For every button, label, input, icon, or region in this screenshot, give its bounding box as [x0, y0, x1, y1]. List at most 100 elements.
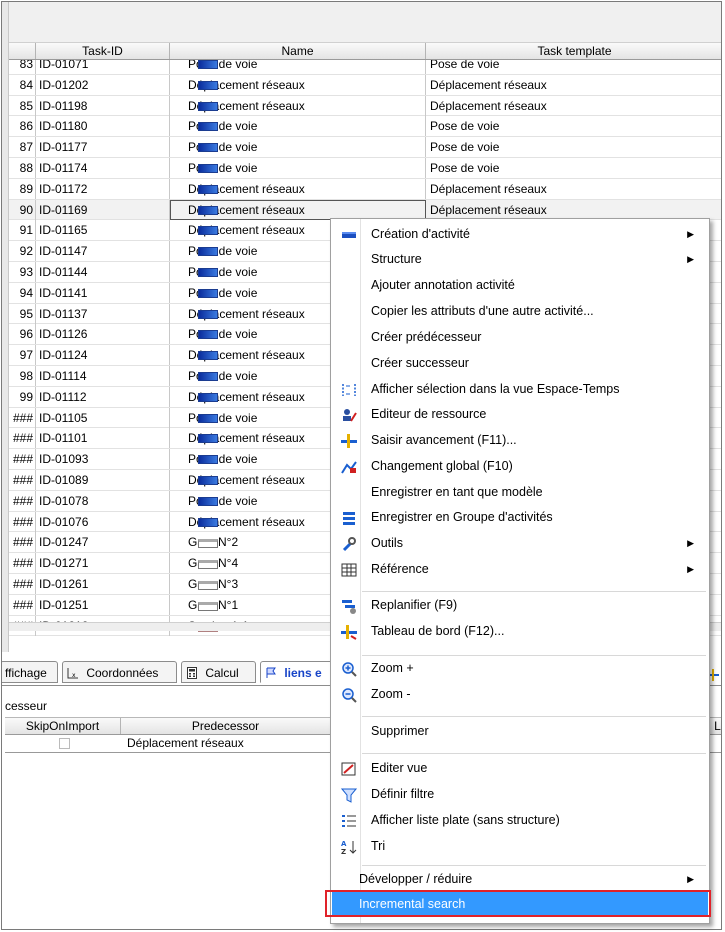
activity-bar-icon: [198, 517, 218, 527]
task-template-cell[interactable]: Déplacement réseaux: [426, 96, 721, 116]
task-id-cell[interactable]: ID-01247: [36, 532, 170, 553]
name-cell[interactable]: Déplacement réseaux: [170, 95, 426, 116]
table-row[interactable]: 84 ID-01202 Déplacement réseaux Déplacement…: [9, 74, 721, 96]
task-id-cell[interactable]: ID-01126: [36, 324, 170, 345]
task-id-cell[interactable]: ID-01177: [36, 137, 170, 158]
task-template-cell[interactable]: Pose de voie: [426, 158, 721, 178]
column-header-task-id[interactable]: Task-ID: [36, 43, 170, 59]
column-header-l[interactable]: L: [713, 718, 721, 734]
task-id-cell[interactable]: ID-01101: [36, 428, 170, 449]
task-id-cell[interactable]: ID-01137: [36, 303, 170, 324]
menu-item-zoom[interactable]: Zoom +: [332, 656, 708, 681]
name-cell[interactable]: Déplacement réseaux: [170, 178, 426, 199]
task-template-cell[interactable]: Pose de voie: [426, 137, 721, 157]
task-template-cell[interactable]: Déplacement réseaux: [426, 200, 721, 220]
menu-item-enregistrer-en-groupe-d-activites[interactable]: Enregistrer en Groupe d'activités: [332, 505, 708, 530]
left-panel-edge: [2, 2, 9, 652]
task-id-cell[interactable]: ID-01112: [36, 386, 170, 407]
table-row[interactable]: 83 ID-01071 Pose de voie Pose de voie: [9, 60, 721, 75]
menu-item-reference[interactable]: Référence ▶: [332, 557, 708, 582]
name-cell[interactable]: Pose de voie: [170, 116, 426, 137]
tab-liens[interactable]: liens e: [260, 661, 340, 683]
task-id-cell[interactable]: ID-01198: [36, 95, 170, 116]
tab-coordonnees[interactable]: x Coordonnées: [62, 661, 177, 683]
menu-item-label: Editeur de ressource: [371, 407, 487, 421]
task-id-cell[interactable]: ID-01093: [36, 449, 170, 470]
menu-item-ajouter-annotation-activite[interactable]: Ajouter annotation activité: [332, 273, 708, 298]
menu-item-tri[interactable]: A Z Tri: [332, 834, 708, 859]
menu-item-definir-filtre[interactable]: Définir filtre: [332, 782, 708, 807]
menu-item-editer-vue[interactable]: Editer vue: [332, 756, 708, 781]
menu-item-supprimer[interactable]: Supprimer: [332, 719, 708, 744]
menu-item-creer-predecesseur[interactable]: Créer prédécesseur: [332, 325, 708, 350]
menu-item-enregistrer-en-tant-que-modele[interactable]: Enregistrer en tant que modèle: [332, 480, 708, 505]
table-row[interactable]: 89 ID-01172 Déplacement réseaux Déplacement…: [9, 178, 721, 200]
task-id-cell[interactable]: ID-01124: [36, 345, 170, 366]
menu-item-afficher-liste-plate-sans-structure[interactable]: Afficher liste plate (sans structure): [332, 808, 708, 833]
task-id-cell[interactable]: ID-01105: [36, 407, 170, 428]
menu-item-saisir-avancement-f11[interactable]: Saisir avancement (F11)...: [332, 428, 708, 453]
menu-item-changement-global-f10[interactable]: Changement global (F10): [332, 454, 708, 479]
name-cell[interactable]: Pose de voie: [170, 137, 426, 158]
menu-item-outils[interactable]: Outils ▶: [332, 531, 708, 556]
submenu-arrow-icon: ▶: [687, 874, 694, 884]
name-cell[interactable]: Déplacement réseaux: [170, 74, 426, 95]
tab-affichage[interactable]: ffichage: [2, 661, 58, 683]
task-id-cell[interactable]: ID-01078: [36, 490, 170, 511]
menu-item-creer-successeur[interactable]: Créer successeur: [332, 351, 708, 376]
column-header-name[interactable]: Name: [170, 43, 426, 59]
table-row[interactable]: 86 ID-01180 Pose de voie Pose de voie: [9, 116, 721, 138]
activity-bar-icon: [198, 580, 218, 590]
menu-item-copier-les-attributs-d-une-autre-activite[interactable]: Copier les attributs d'une autre activit…: [332, 299, 708, 324]
row-number: 93: [9, 261, 36, 282]
column-header-skiponimport[interactable]: SkipOnImport: [5, 718, 121, 734]
name-cell[interactable]: Pose de voie: [170, 157, 426, 178]
task-template-cell[interactable]: Pose de voie: [426, 60, 721, 74]
task-id-cell[interactable]: ID-01261: [36, 573, 170, 594]
task-id-cell[interactable]: ID-01071: [36, 60, 170, 74]
edit-view-icon: [341, 761, 357, 777]
menu-item-creation-d-activite[interactable]: Création d'activité ▶: [332, 222, 708, 247]
task-id-cell[interactable]: ID-01141: [36, 282, 170, 303]
activity-bar-icon: [198, 101, 218, 111]
activity-bar-icon: [198, 601, 218, 611]
task-id-cell[interactable]: ID-01144: [36, 261, 170, 282]
name-cell[interactable]: Déplacement réseaux: [170, 199, 426, 220]
task-id-cell[interactable]: ID-01169: [36, 199, 170, 220]
task-id-cell[interactable]: ID-01114: [36, 365, 170, 386]
task-template-cell[interactable]: Pose de voie: [426, 116, 721, 136]
tab-calcul[interactable]: Calcul: [181, 661, 256, 683]
skiponimport-checkbox[interactable]: [59, 738, 70, 749]
task-template-cell[interactable]: Déplacement réseaux: [426, 75, 721, 95]
task-id-cell[interactable]: ID-01271: [36, 553, 170, 574]
menu-item-zoom[interactable]: Zoom -: [332, 682, 708, 707]
menu-item-tableau-de-bord-f12[interactable]: Tableau de bord (F12)...: [332, 619, 708, 644]
row-number: ###: [9, 511, 36, 532]
task-id-cell[interactable]: ID-01172: [36, 178, 170, 199]
menu-item-label: Outils: [371, 536, 403, 550]
column-header-task-template[interactable]: Task template: [426, 43, 721, 59]
task-id-cell[interactable]: ID-01165: [36, 220, 170, 241]
menu-item-replanifier-f9[interactable]: Replanifier (F9): [332, 593, 708, 618]
table-row[interactable]: 85 ID-01198 Déplacement réseaux Déplacement…: [9, 95, 721, 117]
context-menu: Création d'activité ▶ Structure ▶ Ajouter an…: [330, 218, 710, 924]
task-id-cell[interactable]: ID-01089: [36, 469, 170, 490]
activity-bar-icon: [198, 392, 218, 402]
column-header-predecessor[interactable]: Predecessor: [121, 718, 331, 734]
task-id-cell[interactable]: ID-01147: [36, 241, 170, 262]
menu-item-structure[interactable]: Structure ▶: [332, 247, 708, 272]
task-id-cell[interactable]: ID-01076: [36, 511, 170, 532]
task-id-cell[interactable]: ID-01180: [36, 116, 170, 137]
table-row[interactable]: 87 ID-01177 Pose de voie Pose de voie: [9, 137, 721, 158]
task-id-cell[interactable]: ID-01202: [36, 74, 170, 95]
task-id-cell[interactable]: ID-01251: [36, 594, 170, 615]
table-row[interactable]: 88 ID-01174 Pose de voie Pose de voie: [9, 157, 721, 179]
menu-item-afficher-selection-dans-la-vue-espace-temps[interactable]: Afficher sélection dans la vue Espace-Te…: [332, 377, 708, 402]
menu-item-label: Structure: [371, 252, 422, 266]
menu-item-editeur-de-ressource[interactable]: Editeur de ressource: [332, 402, 708, 427]
row-number: ###: [9, 594, 36, 615]
menu-item-developper-reduire[interactable]: Développer / réduire ▶: [332, 867, 708, 892]
task-template-cell[interactable]: Déplacement réseaux: [426, 179, 721, 199]
task-id-cell[interactable]: ID-01174: [36, 157, 170, 178]
name-cell[interactable]: Pose de voie: [170, 60, 426, 74]
